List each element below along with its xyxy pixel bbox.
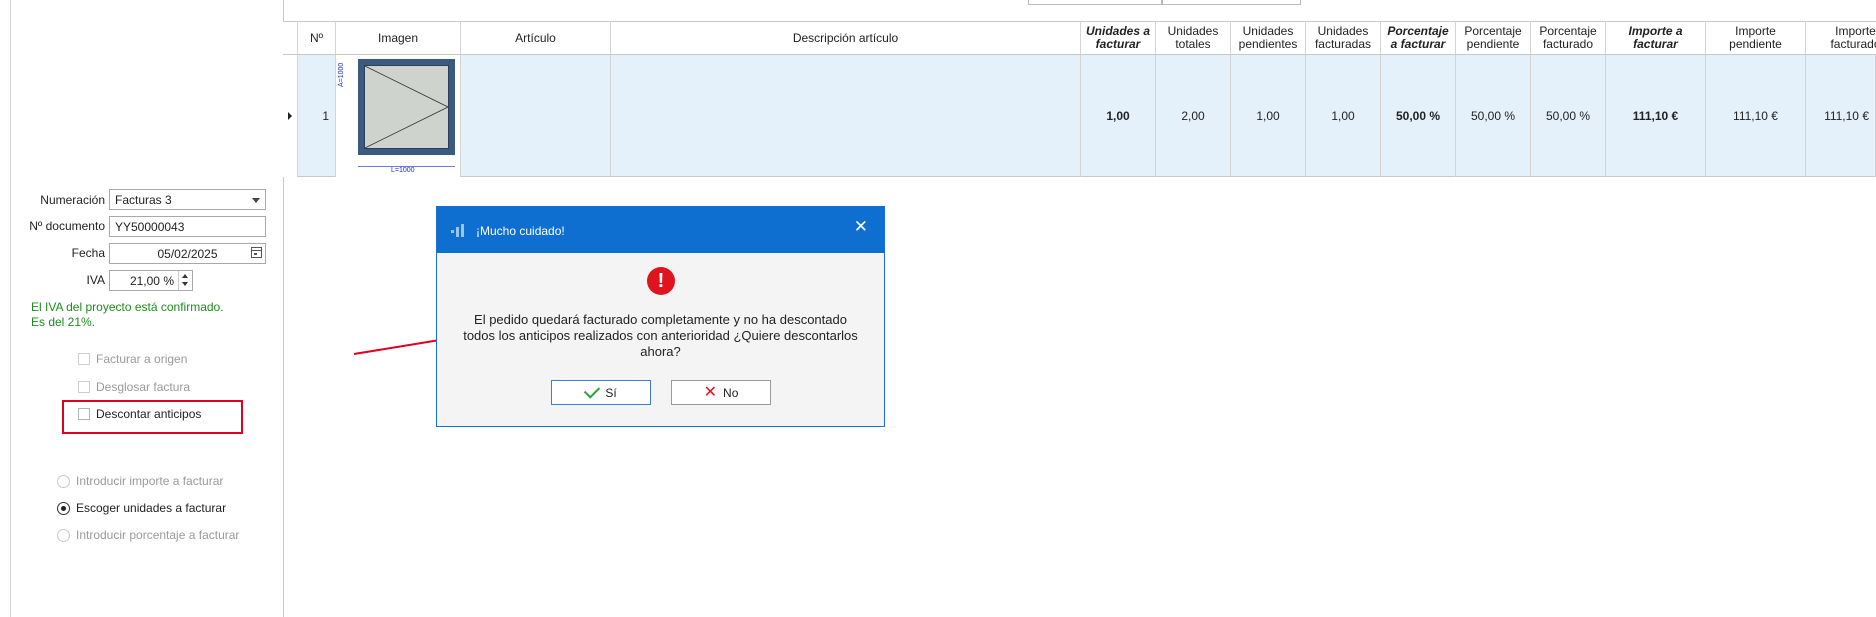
checkbox-icon[interactable] [78,353,90,365]
numeracion-value: Facturas 3 [115,193,172,207]
window-glass [364,65,449,149]
no-button[interactable]: ✕ No [671,380,771,405]
header-unidades-facturar[interactable]: Unidades a facturar [1081,21,1156,55]
header-line: pendiente [1466,37,1520,51]
chevron-down-icon[interactable] [252,198,260,203]
desglosar-factura-label: Desglosar factura [96,380,191,394]
header-porcentaje-pendiente[interactable]: Porcentaje pendiente [1456,21,1531,55]
cell-importe-pendiente[interactable]: 111,10 € [1706,55,1806,177]
yes-button-label: Sí [605,385,617,400]
yes-button[interactable]: Sí [551,380,651,405]
iva-label: IVA [86,273,105,287]
invoice-lines-grid: Nº Imagen Artículo Descripción artículo … [283,21,1876,178]
dialog-title-bar[interactable]: ¡Mucho cuidado! ✕ [437,207,884,253]
cell-unidades-facturadas[interactable]: 1,00 [1306,55,1381,177]
header-imagen[interactable]: Imagen [336,21,461,55]
radio-icon[interactable] [57,529,70,542]
iva-note-line-2: Es del 21%. [31,315,96,329]
cell-descripcion[interactable] [611,55,1081,177]
iva-note-line-1: El IVA del proyecto está confirmado. [31,300,224,314]
thumb-height-dimension: A=1000 [338,62,345,87]
row-pointer-icon [288,112,292,120]
left-edge-border [10,0,11,617]
annotation-highlight-box [62,400,243,434]
x-icon: ✕ [703,383,718,401]
thumb-width-dimension: L=1000 [391,167,415,174]
radio-icon[interactable] [57,502,70,515]
window-opening-icon [364,65,449,149]
header-line: facturadas [1314,37,1372,51]
cell-unidades-totales[interactable]: 2,00 [1156,55,1231,177]
close-icon[interactable]: ✕ [854,217,868,237]
spinner-icon[interactable] [178,271,192,290]
header-porcentaje-facturado[interactable]: Porcentaje facturado [1531,21,1606,55]
cell-importe-facturado[interactable]: 111,10 € [1806,55,1876,177]
radio-porcentaje-label: Introducir porcentaje a facturar [76,528,240,542]
header-articulo[interactable]: Artículo [461,21,611,55]
top-hidden-field[interactable] [1028,0,1162,5]
header-line: facturado [1830,37,1876,51]
fecha-value: 05/02/2025 [157,247,218,261]
header-unidades-totales[interactable]: Unidades totales [1156,21,1231,55]
header-line: facturar [1095,37,1141,51]
cell-unidades-pendientes[interactable]: 1,00 [1231,55,1306,177]
no-button-label: No [723,385,739,400]
header-line: a facturar [1390,37,1446,51]
radio-icon[interactable] [57,475,70,488]
documento-value: YY50000043 [115,220,185,234]
row-selector[interactable] [283,55,298,177]
calendar-icon[interactable] [251,247,262,258]
facturar-origen-label: Facturar a origen [96,352,188,366]
header-row-selector [283,21,298,55]
header-porcentaje-facturar[interactable]: Porcentaje a facturar [1381,21,1456,55]
header-line: facturar [1633,37,1678,51]
header-importe-pendiente[interactable]: Importe pendiente [1706,21,1806,55]
iva-confirmation-note: El IVA del proyecto está confirmado. Es … [31,300,224,330]
top-hidden-field-2[interactable] [1162,0,1301,5]
documento-label: Nº documento [29,219,105,233]
radio-unidades-label: Escoger unidades a facturar [76,501,227,515]
cell-porcentaje-facturado[interactable]: 50,00 % [1531,55,1606,177]
header-importe-facturar[interactable]: Importe a facturar [1606,21,1706,55]
checkbox-icon[interactable] [78,381,90,393]
radio-importe-label: Introducir importe a facturar [76,474,224,488]
app-logo-icon [451,224,464,237]
confirm-dialog: ¡Mucho cuidado! ✕ ! El pedido quedará fa… [436,206,885,427]
cell-unidades-facturar[interactable]: 1,00 [1081,55,1156,177]
iva-value: 21,00 % [129,274,174,288]
dialog-message: El pedido quedará facturado completament… [463,312,858,359]
header-descripcion[interactable]: Descripción artículo [611,21,1081,55]
fecha-label: Fecha [71,246,105,260]
header-line: totales [1175,37,1211,51]
check-icon [584,382,601,399]
dialog-title: ¡Mucho cuidado! [476,224,565,238]
fecha-field[interactable]: 05/02/2025 [109,243,266,264]
cell-importe-facturar[interactable]: 111,10 € [1606,55,1706,177]
header-n[interactable]: Nº [298,21,336,55]
iva-stepper[interactable]: 21,00 % [109,270,193,291]
header-unidades-facturadas[interactable]: Unidades facturadas [1306,21,1381,55]
cell-porcentaje-pendiente[interactable]: 50,00 % [1456,55,1531,177]
error-icon: ! [647,267,675,295]
header-line: pendientes [1238,37,1298,51]
window-thumbnail[interactable] [358,59,455,155]
header-unidades-pendientes[interactable]: Unidades pendientes [1231,21,1306,55]
documento-field[interactable]: YY50000043 [109,216,266,237]
header-importe-facturado[interactable]: Importe facturado [1806,21,1876,55]
header-line: pendiente [1729,37,1782,51]
cell-porcentaje-facturar[interactable]: 50,00 % [1381,55,1456,177]
cell-articulo[interactable] [461,55,611,177]
numeracion-select[interactable]: Facturas 3 [109,189,266,210]
header-line: facturado [1542,37,1594,51]
cell-n[interactable]: 1 [298,55,336,177]
numeracion-label: Numeración [40,193,105,207]
